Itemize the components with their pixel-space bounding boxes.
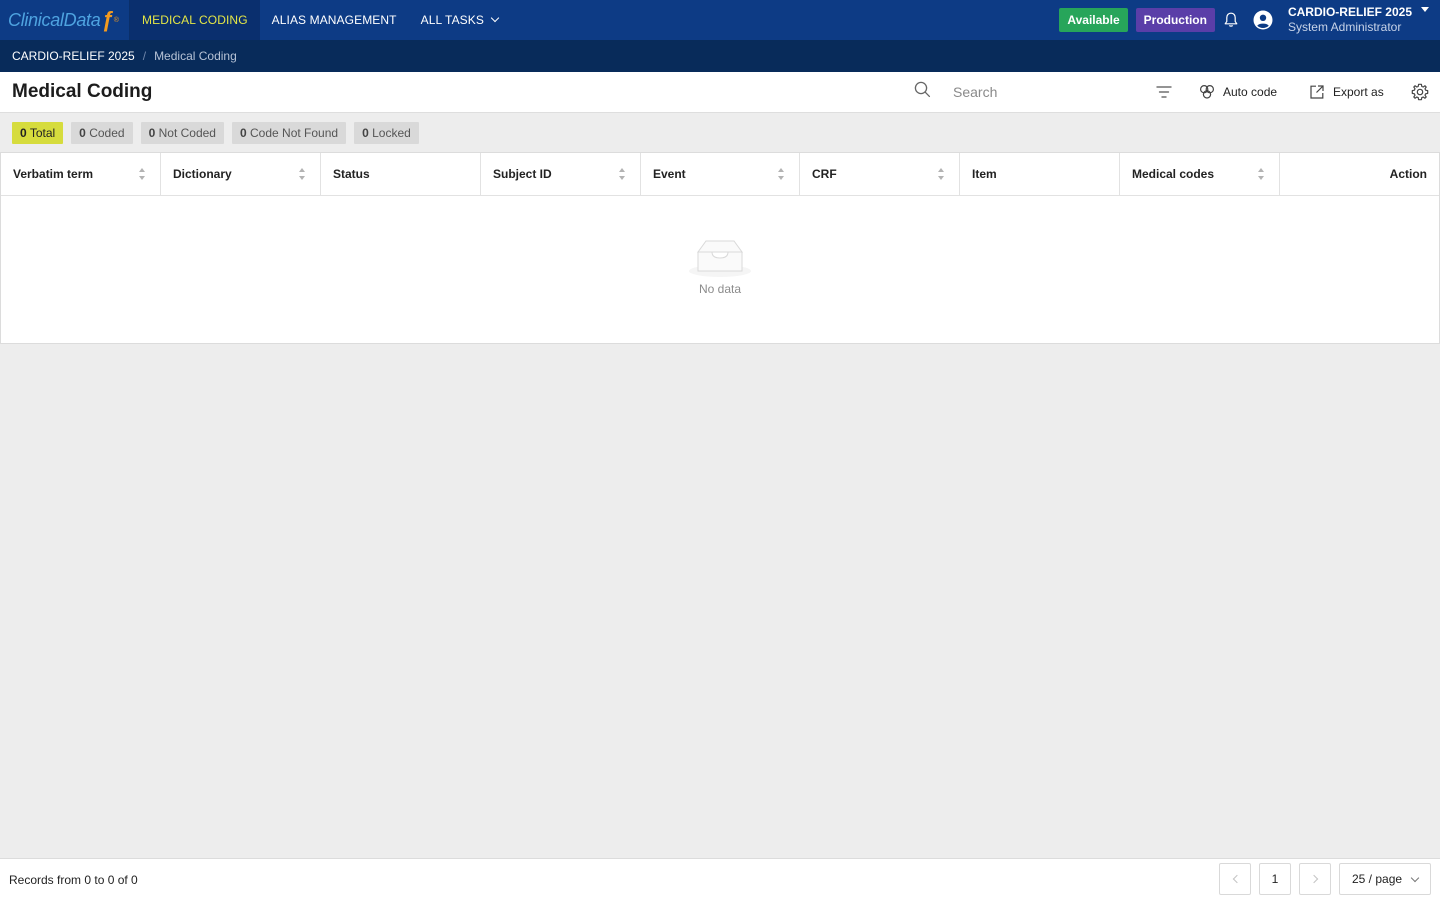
column-header-medical-codes[interactable]: Medical codes xyxy=(1120,153,1280,195)
sort-icon[interactable] xyxy=(938,168,945,180)
empty-state: No data xyxy=(1,196,1439,343)
app-logo[interactable]: ClinicalData ƒ ® xyxy=(0,0,130,40)
logo-text: ClinicalData xyxy=(8,9,101,30)
column-label: Event xyxy=(653,167,686,181)
bell-icon[interactable] xyxy=(1223,11,1239,29)
page-size-value: 25 / page xyxy=(1352,872,1403,886)
chip-coded-label: Coded xyxy=(89,125,125,140)
page-number-button[interactable]: 1 xyxy=(1259,863,1291,895)
search-box xyxy=(914,72,1133,112)
column-label: Verbatim term xyxy=(13,167,94,181)
nav-alias-management-label: ALIAS MANAGEMENT xyxy=(271,13,397,27)
sort-icon[interactable] xyxy=(139,168,146,180)
search-icon[interactable] xyxy=(914,81,931,103)
table-header: Verbatim term Dictionary Status Subject … xyxy=(1,153,1439,196)
chip-code-not-found-count: 0 xyxy=(239,125,247,140)
table-footer: Records from 0 to 0 of 0 1 25 / page xyxy=(0,858,1440,900)
user-menu[interactable]: CARDIO-RELIEF 2025 System Administrator xyxy=(1288,5,1412,35)
sort-icon[interactable] xyxy=(778,168,785,180)
column-header-dictionary[interactable]: Dictionary xyxy=(161,153,321,195)
status-filter-chips: 0 Total 0 Coded 0 Not Coded 0 Code Not F… xyxy=(0,113,1440,152)
current-study-name: CARDIO-RELIEF 2025 xyxy=(1287,5,1412,19)
chip-not-coded-count: 0 xyxy=(148,125,156,140)
sort-icon[interactable] xyxy=(1258,168,1265,180)
environment-badge: Production xyxy=(1135,8,1215,32)
empty-state-text: No data xyxy=(698,282,742,296)
column-header-subject-id[interactable]: Subject ID xyxy=(481,153,641,195)
nav-all-tasks[interactable]: ALL TASKS xyxy=(409,0,510,40)
column-label: Item xyxy=(972,167,997,181)
chevron-left-icon xyxy=(1232,874,1241,884)
column-header-action: Action xyxy=(1280,153,1439,195)
column-header-event[interactable]: Event xyxy=(641,153,800,195)
chip-locked-count: 0 xyxy=(362,125,369,140)
logo-registered-mark: ® xyxy=(113,16,119,24)
nav-right-group: Available Production CARDIO-RELIEF 2025 … xyxy=(1059,0,1440,40)
availability-badge: Available xyxy=(1059,8,1128,32)
page-title: Medical Coding xyxy=(12,81,153,102)
column-label: Medical codes xyxy=(1132,167,1215,181)
column-header-verbatim-term[interactable]: Verbatim term xyxy=(1,153,161,195)
page-size-select[interactable]: 25 / page xyxy=(1339,863,1431,895)
chip-coded-count: 0 xyxy=(79,125,86,140)
column-label: Dictionary xyxy=(173,167,232,181)
auto-code-icon xyxy=(1199,84,1215,99)
pagination: 1 25 / page xyxy=(1219,863,1431,895)
column-header-crf[interactable]: CRF xyxy=(800,153,960,195)
export-button[interactable]: Export as xyxy=(1309,72,1384,112)
coding-table: Verbatim term Dictionary Status Subject … xyxy=(0,152,1440,344)
chip-not-coded[interactable]: 0 Not Coded xyxy=(140,121,224,144)
gear-icon[interactable] xyxy=(1411,83,1429,101)
breadcrumb-separator: / xyxy=(142,49,147,63)
nav-alias-management[interactable]: ALIAS MANAGEMENT xyxy=(260,0,409,40)
nav-all-tasks-label: ALL TASKS xyxy=(420,13,484,27)
export-label: Export as xyxy=(1333,85,1384,99)
breadcrumb: CARDIO-RELIEF 2025 / Medical Coding xyxy=(0,40,1440,72)
chip-code-not-found[interactable]: 0 Code Not Found xyxy=(231,121,347,144)
chip-not-coded-label: Not Coded xyxy=(158,125,216,140)
chip-locked-label: Locked xyxy=(372,125,411,140)
empty-inbox-icon xyxy=(689,240,751,277)
sort-icon[interactable] xyxy=(299,168,306,180)
caret-down-icon[interactable] xyxy=(1421,7,1429,12)
nav-medical-coding-label: MEDICAL CODING xyxy=(142,13,248,27)
column-label: Subject ID xyxy=(493,167,552,181)
chevron-down-icon xyxy=(1410,873,1420,883)
chip-locked[interactable]: 0 Locked xyxy=(354,121,419,144)
chip-code-not-found-label: Code Not Found xyxy=(250,125,339,140)
auto-code-button[interactable]: Auto code xyxy=(1199,72,1277,112)
user-avatar-icon[interactable] xyxy=(1253,10,1273,30)
column-label: Status xyxy=(333,167,370,181)
chip-total-label: Total xyxy=(29,125,56,140)
export-icon xyxy=(1310,85,1324,99)
page-header: Medical Coding Auto code Ex xyxy=(0,72,1440,113)
sort-icon[interactable] xyxy=(619,168,626,180)
chevron-right-icon xyxy=(1309,874,1318,884)
nav-medical-coding[interactable]: MEDICAL CODING xyxy=(130,0,260,40)
auto-code-label: Auto code xyxy=(1223,85,1278,99)
column-label: CRF xyxy=(812,167,837,181)
user-role: System Administrator xyxy=(1287,20,1402,34)
column-header-status: Status xyxy=(321,153,481,195)
top-navbar: ClinicalData ƒ ® MEDICAL CODING ALIAS MA… xyxy=(0,0,1440,40)
filter-icon[interactable] xyxy=(1155,84,1173,100)
logo-mark: ƒ xyxy=(101,7,114,32)
chip-total[interactable]: 0 Total xyxy=(12,121,64,144)
breadcrumb-study[interactable]: CARDIO-RELIEF 2025 xyxy=(12,49,135,63)
breadcrumb-current-page: Medical Coding xyxy=(154,49,237,63)
prev-page-button[interactable] xyxy=(1219,863,1251,895)
chevron-down-icon xyxy=(490,13,500,23)
column-label: Action xyxy=(1389,167,1427,181)
records-summary: Records from 0 to 0 of 0 xyxy=(9,872,138,887)
search-input[interactable] xyxy=(953,84,1133,100)
chip-total-count: 0 xyxy=(20,125,27,140)
next-page-button[interactable] xyxy=(1299,863,1331,895)
chip-coded[interactable]: 0 Coded xyxy=(71,121,133,144)
column-header-item: Item xyxy=(960,153,1120,195)
